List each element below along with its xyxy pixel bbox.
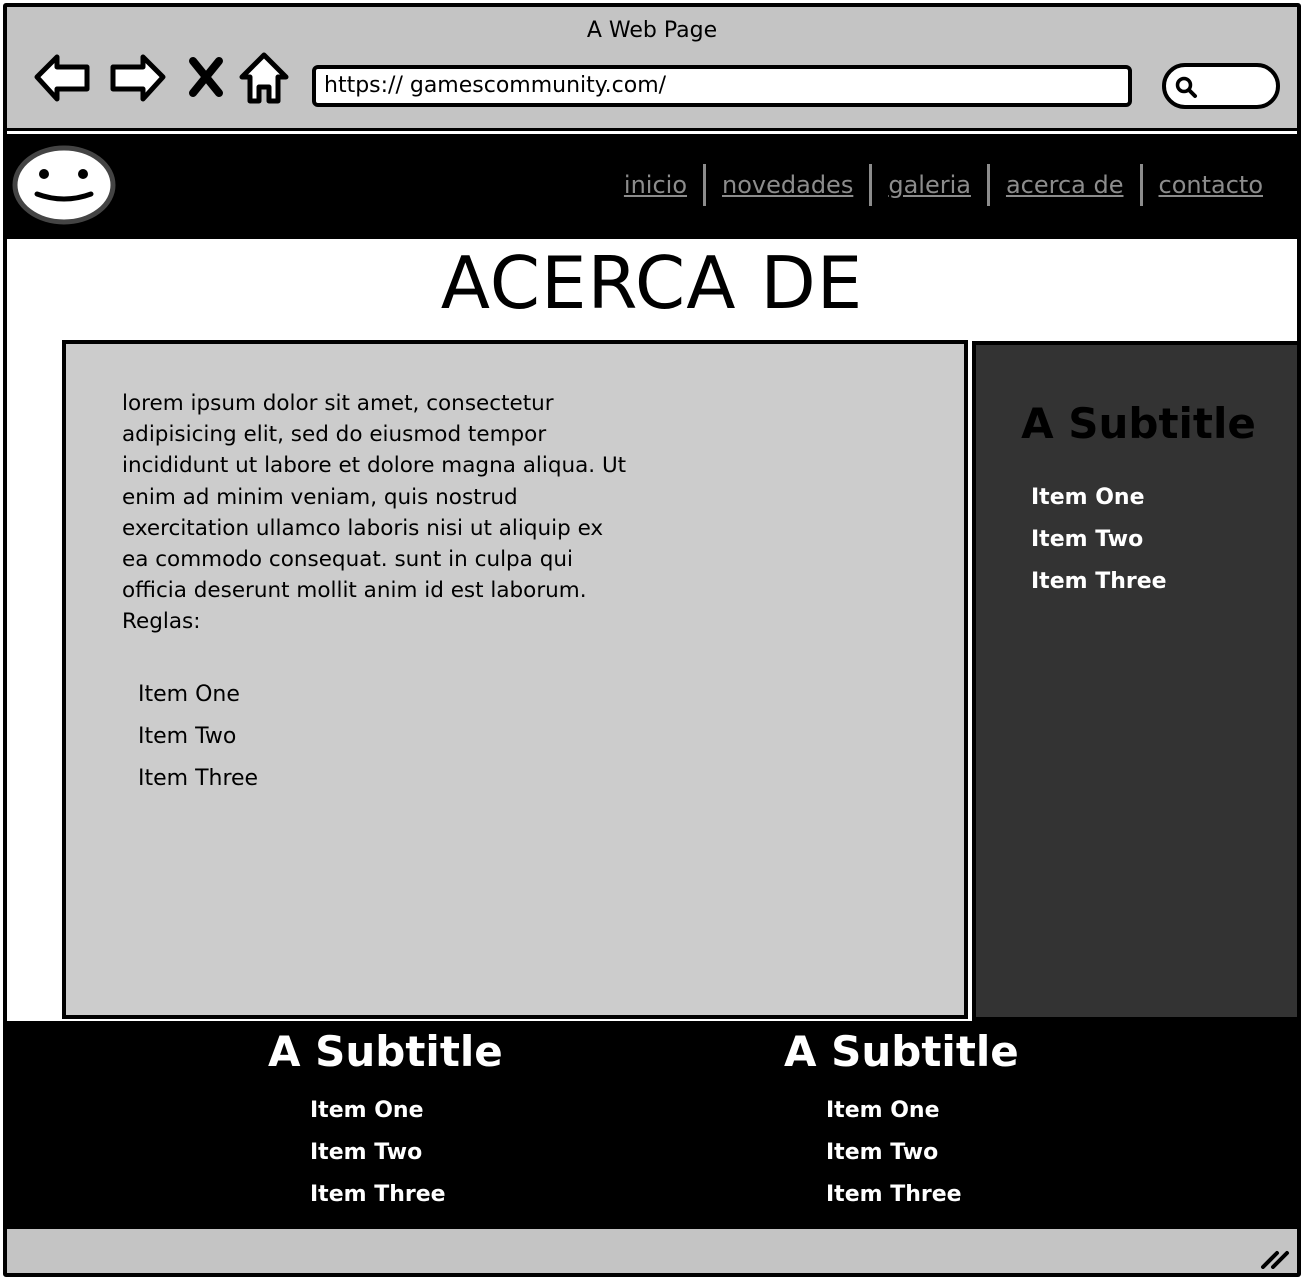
nav-link-novedades[interactable]: novedades bbox=[706, 164, 869, 206]
address-bar[interactable]: https:// gamescommunity.com/ bbox=[312, 65, 1132, 107]
footer-title: A Subtitle bbox=[784, 1027, 1019, 1076]
back-button[interactable] bbox=[33, 49, 93, 105]
list-item: Item Two bbox=[138, 724, 237, 749]
browser-toolbar: A Web Page https:// gamescommunity.com/ bbox=[7, 7, 1297, 131]
page-title: ACERCA DE bbox=[440, 241, 864, 325]
home-icon bbox=[239, 52, 289, 104]
status-bar bbox=[7, 1225, 1297, 1273]
stop-button[interactable] bbox=[183, 49, 229, 105]
footer-item[interactable]: Item Three bbox=[310, 1174, 503, 1216]
site-header: inicio novedades galeria acerca de conta… bbox=[7, 134, 1297, 239]
footer-column: A Subtitle Item One Item Two Item Three bbox=[268, 1021, 503, 1216]
nav-link-contacto[interactable]: contacto bbox=[1143, 164, 1280, 206]
main-navigation: inicio novedades galeria acerca de conta… bbox=[608, 164, 1279, 206]
home-button[interactable] bbox=[237, 49, 291, 105]
footer-item[interactable]: Item Three bbox=[826, 1174, 1019, 1216]
sidebar-item[interactable]: Item Two bbox=[1031, 519, 1167, 561]
smiley-face-icon bbox=[12, 145, 116, 225]
nav-link-inicio[interactable]: inicio bbox=[608, 164, 703, 206]
footer-list: Item One Item Two Item Three bbox=[826, 1090, 1019, 1216]
footer-list: Item One Item Two Item Three bbox=[310, 1090, 503, 1216]
sidebar-list: Item One Item Two Item Three bbox=[1031, 477, 1167, 603]
main-content-panel: lorem ipsum dolor sit amet, consectetur … bbox=[62, 340, 968, 1019]
footer-item[interactable]: Item One bbox=[826, 1090, 1019, 1132]
browser-window: A Web Page https:// gamescommunity.com/ bbox=[3, 3, 1301, 1277]
footer-item[interactable]: Item One bbox=[310, 1090, 503, 1132]
footer-title: A Subtitle bbox=[268, 1027, 503, 1076]
search-icon bbox=[1175, 76, 1197, 98]
footer-column: A Subtitle Item One Item Two Item Three bbox=[784, 1021, 1019, 1216]
site-footer: A Subtitle Item One Item Two Item Three … bbox=[7, 1021, 1297, 1225]
footer-item[interactable]: Item Two bbox=[310, 1132, 503, 1174]
browser-search-field[interactable] bbox=[1162, 63, 1280, 109]
list-item: Item Three bbox=[138, 766, 259, 791]
sidebar-panel: A Subtitle Item One Item Two Item Three bbox=[972, 341, 1297, 1021]
forward-arrow-icon bbox=[110, 54, 166, 102]
sidebar-item[interactable]: Item Three bbox=[1031, 561, 1167, 603]
list-item: Item One bbox=[138, 682, 240, 707]
sidebar-title: A Subtitle bbox=[1021, 399, 1256, 448]
footer-item[interactable]: Item Two bbox=[826, 1132, 1019, 1174]
nav-link-galeria[interactable]: galeria bbox=[872, 164, 987, 206]
close-x-icon bbox=[189, 57, 223, 97]
rules-list: Item One Item Two Item Three bbox=[138, 674, 258, 800]
forward-button[interactable] bbox=[107, 49, 167, 105]
back-arrow-icon bbox=[34, 54, 90, 102]
resize-grip-icon[interactable] bbox=[1259, 1247, 1291, 1269]
site-logo[interactable] bbox=[11, 144, 117, 226]
window-title: A Web Page bbox=[586, 18, 718, 43]
nav-link-acerca-de[interactable]: acerca de bbox=[990, 164, 1140, 206]
sidebar-item[interactable]: Item One bbox=[1031, 477, 1167, 519]
body-paragraph: lorem ipsum dolor sit amet, consectetur … bbox=[122, 391, 627, 635]
